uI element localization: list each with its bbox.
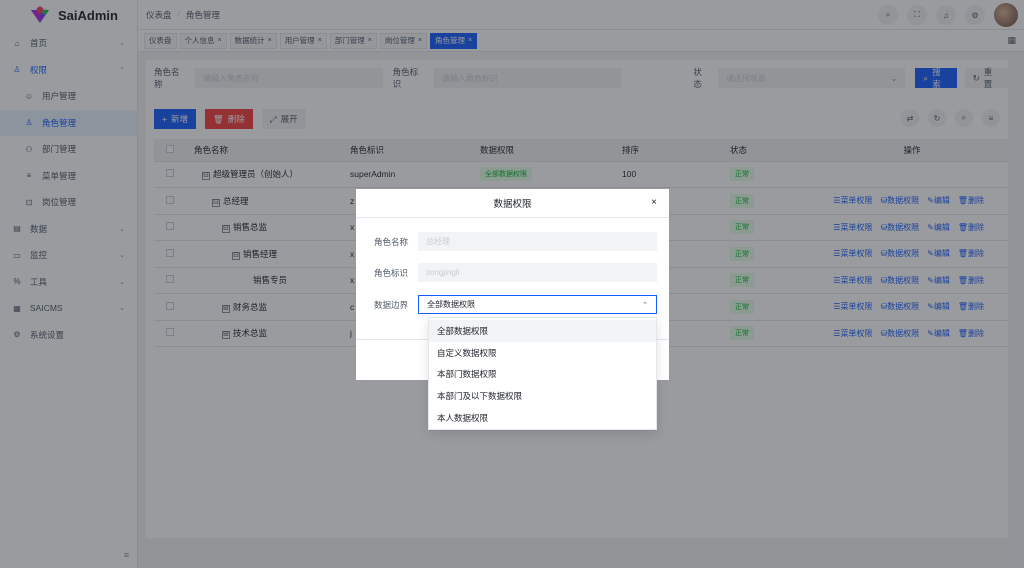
data-scope-value: 全部数据权限 xyxy=(427,300,475,309)
data-scope-option[interactable]: 自定义数据权限 xyxy=(429,342,656,364)
role-code-field-label: 角色标识 xyxy=(373,267,408,278)
data-scope-option[interactable]: 本人数据权限 xyxy=(429,407,656,429)
data-scope-dropdown: 全部数据权限 自定义数据权限 本部门数据权限 本部门及以下数据权限 本人数据权限 xyxy=(428,317,657,430)
role-name-field: 总经理 xyxy=(418,232,657,251)
data-scope-field-label: 数据边界 xyxy=(373,299,408,310)
data-scope-option[interactable]: 本部门及以下数据权限 xyxy=(429,385,656,407)
role-name-field-label: 角色名称 xyxy=(373,236,408,247)
chevron-up-icon: ⌃ xyxy=(642,301,648,309)
form-row-data-scope: 数据边界 全部数据权限 ⌃ xyxy=(356,295,657,314)
modal-header: 数据权限 × xyxy=(356,189,669,218)
form-row-role-code: 角色标识 zongjingli xyxy=(356,263,657,282)
form-row-role-name: 角色名称 总经理 xyxy=(356,232,657,251)
close-icon[interactable]: × xyxy=(651,197,657,208)
data-scope-option[interactable]: 本部门数据权限 xyxy=(429,364,656,386)
data-scope-option[interactable]: 全部数据权限 xyxy=(429,320,656,342)
data-scope-select[interactable]: 全部数据权限 ⌃ xyxy=(418,295,657,314)
role-code-field: zongjingli xyxy=(418,263,657,282)
modal-title: 数据权限 xyxy=(493,199,532,210)
